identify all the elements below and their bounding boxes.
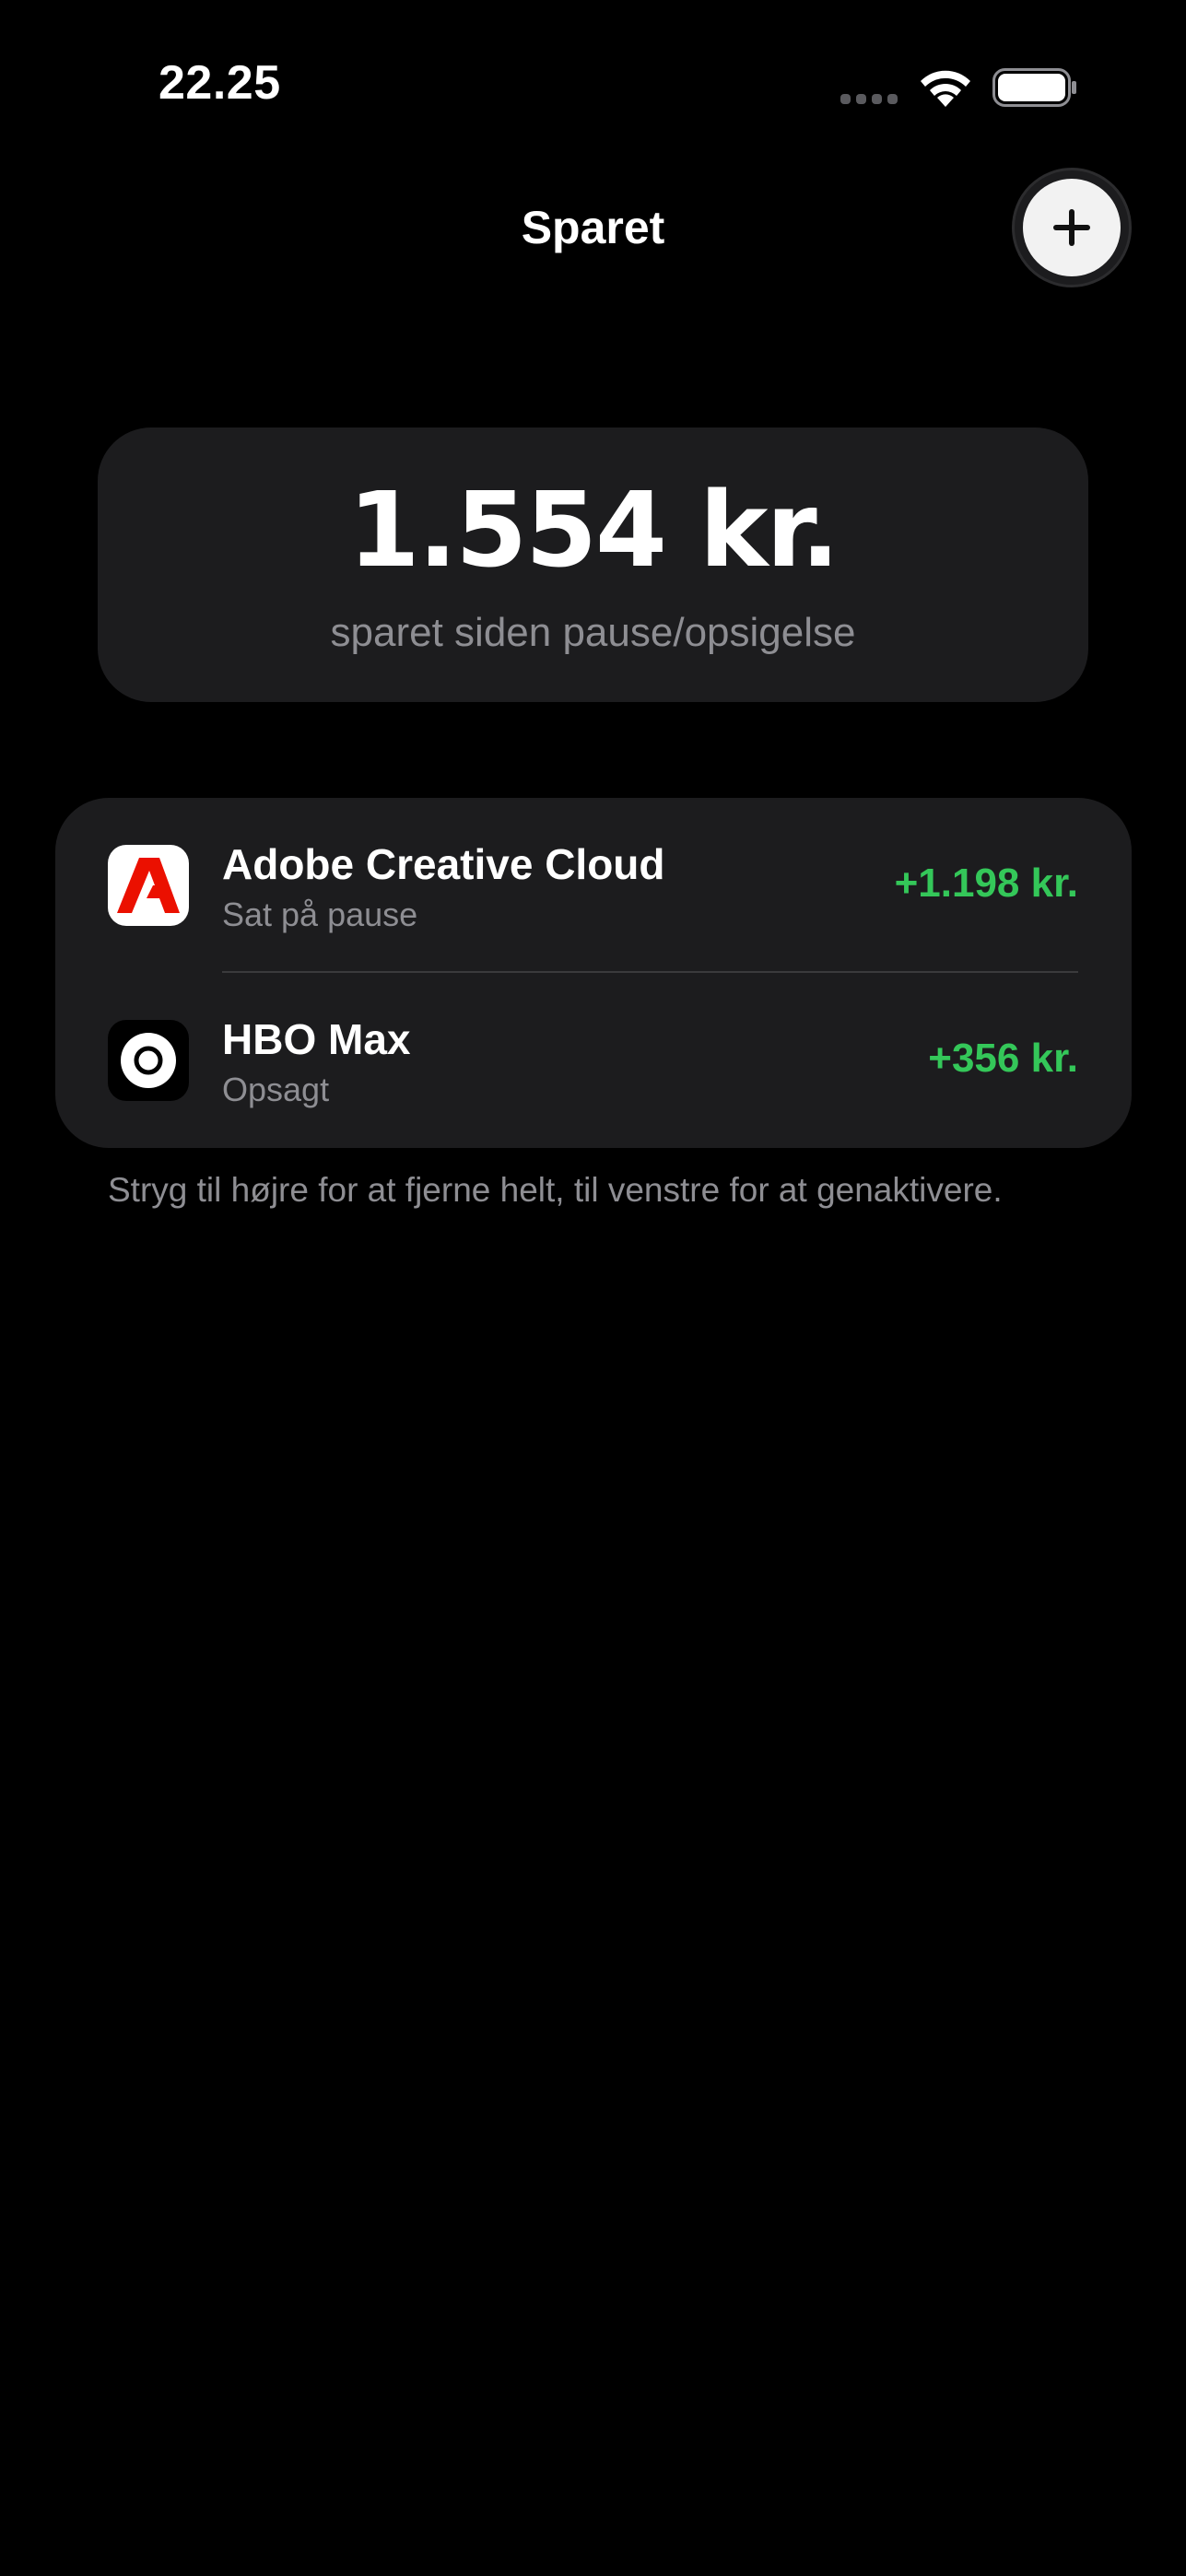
plus-icon [1053, 209, 1090, 246]
status-time: 22.25 [159, 56, 281, 110]
total-saved-amount: 1.554 kr. [347, 471, 840, 591]
wifi-icon [921, 70, 970, 107]
cellular-signal-icon [840, 94, 898, 104]
subscription-saved-amount: +356 kr. [928, 1036, 1078, 1081]
subscription-name: Adobe Creative Cloud [222, 840, 665, 888]
subscription-saved-amount: +1.198 kr. [894, 861, 1078, 906]
subscription-row-hbo-max[interactable]: HBO Max Opsagt +356 kr. [55, 973, 1132, 1148]
savings-summary-card: 1.554 kr. sparet siden pause/opsigelse [98, 427, 1088, 702]
subscription-list: Adobe Creative Cloud Sat på pause +1.198… [55, 798, 1132, 1148]
battery-icon [992, 68, 1076, 107]
subscription-name: HBO Max [222, 1015, 411, 1063]
swipe-hint: Stryg til højre for at fjerne helt, til … [108, 1171, 1003, 1209]
hbo-max-icon [108, 1020, 189, 1101]
subscription-status: Opsagt [222, 1071, 330, 1108]
total-saved-caption: sparet siden pause/opsigelse [330, 610, 856, 655]
subscription-status: Sat på pause [222, 896, 418, 933]
add-button[interactable] [1012, 168, 1132, 287]
page-title: Sparet [521, 202, 665, 253]
subscription-row-adobe[interactable]: Adobe Creative Cloud Sat på pause +1.198… [55, 798, 1132, 973]
adobe-icon [108, 845, 189, 926]
